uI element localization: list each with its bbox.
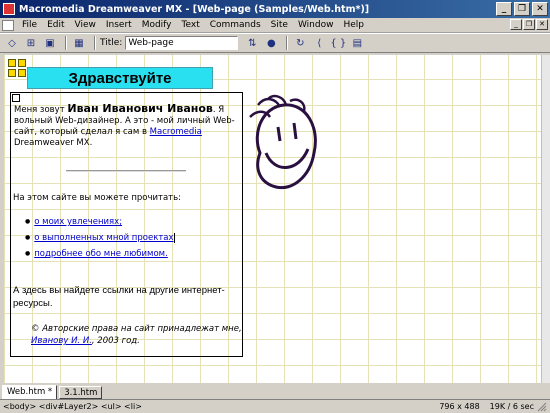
links-list: о моих увлечениях; о выполненных мной пр… [25,214,175,262]
split-view-icon[interactable]: ⊞ [23,36,39,51]
minimize-button[interactable]: _ [496,2,512,16]
doc-close-button[interactable]: ✕ [536,19,548,30]
list-item: подробнее обо мне любимом. [25,246,175,262]
tab-web-htm[interactable]: Web.htm * [2,385,58,399]
vertical-scrollbar[interactable] [541,55,550,383]
layer-anchor-icon[interactable] [8,69,16,77]
text-cursor: ​ [173,233,175,243]
copyright-suffix: , 2003 год. [91,336,140,346]
menu-bar: File Edit View Insert Modify Text Comman… [0,18,550,33]
live-data-icon[interactable]: ▦ [71,36,87,51]
code-view-icon[interactable]: ◇ [4,36,20,51]
tag-selector[interactable]: <body> <div#Layer2> <ul> <li> [3,402,439,411]
reference-icon[interactable]: ⟨ [311,36,327,51]
title-label: Title: [100,38,123,48]
author-name: Иван Иванович Иванов [67,102,213,115]
toolbar-separator [65,36,67,50]
content-layer[interactable]: Меня зовут Иван Иванович Иванов. Я вольн… [10,92,243,357]
window-title: Macromedia Dreamweaver MX - [Web-page (S… [19,3,370,15]
menu-edit[interactable]: Edit [42,20,69,30]
hobbies-link[interactable]: о моих увлечениях; [34,217,122,227]
doc-restore-button[interactable]: ❐ [523,19,535,30]
author-link[interactable]: Иванову И. И. [31,336,92,346]
macromedia-link[interactable]: Macromedia [150,127,202,137]
toolbar-separator [94,36,96,50]
refresh-icon[interactable]: ↻ [292,36,308,51]
list-item: о выполненных мной проектах​ [25,230,175,246]
dreamweaver-app-icon[interactable] [3,3,15,15]
download-size: 19K / 6 sec [489,402,534,411]
intro-paragraph: Меня зовут Иван Иванович Иванов. Я вольн… [14,103,244,149]
menu-file[interactable]: File [17,20,42,30]
resources-note: А здесь вы найдете ссылки на другие инте… [13,285,225,309]
copyright-prefix: © Авторские права на сайт принадлежат мн… [31,324,242,334]
file-management-icon[interactable]: ⇅ [244,36,260,51]
copyright-text: © Авторские права на сайт принадлежат мн… [31,323,243,347]
heading-banner[interactable]: Здравствуйте [27,67,213,89]
close-button[interactable]: ✕ [532,2,548,16]
tab-3-1-htm[interactable]: 3.1.htm [59,386,103,399]
menu-modify[interactable]: Modify [137,20,177,30]
document-tabs: Web.htm * 3.1.htm [0,385,550,400]
menu-site[interactable]: Site [266,20,293,30]
preview-browser-icon[interactable]: ● [263,36,279,51]
menu-commands[interactable]: Commands [205,20,266,30]
layer-anchor-icon[interactable] [18,69,26,77]
layer-anchor-icon[interactable] [8,59,16,67]
menu-insert[interactable]: Insert [101,20,137,30]
document-toolbar: ◇ ⊞ ▣ ▦ Title: ⇅ ● ↻ ⟨ { } ▤ [0,33,550,53]
code-navigation-icon[interactable]: { } [330,36,346,51]
menu-help[interactable]: Help [338,20,369,30]
page-heading: Здравствуйте [68,69,172,87]
intro-suffix: Dreamweaver MX. [14,138,93,148]
menu-window[interactable]: Window [293,20,339,30]
layer-anchor-icon[interactable] [18,59,26,67]
menu-view[interactable]: View [70,20,101,30]
smiley-drawing[interactable] [240,93,324,203]
status-bar: <body> <div#Layer2> <ul> <li> 796 x 488 … [0,400,550,413]
list-item: о моих увлечениях; [25,214,175,230]
read-heading: На этом сайте вы можете прочитать: [13,193,182,203]
toolbar-separator [286,36,289,50]
doc-minimize-button[interactable]: _ [510,19,522,30]
menu-text[interactable]: Text [177,20,205,30]
window-titlebar: Macromedia Dreamweaver MX - [Web-page (S… [0,0,550,18]
intro-prefix: Меня зовут [14,105,68,115]
design-canvas[interactable]: Здравствуйте Меня зовут Иван Иванович Ив… [4,55,541,383]
design-view-icon[interactable]: ▣ [42,36,58,51]
about-me-link[interactable]: подробнее обо мне любимом. [34,249,168,259]
view-options-icon[interactable]: ▤ [349,36,365,51]
document-icon[interactable] [2,19,14,31]
resize-grip-icon[interactable] [537,402,547,412]
page-title-input[interactable] [125,36,239,50]
horizontal-rule [66,170,186,172]
projects-link[interactable]: о выполненных мной проектах [34,233,173,243]
restore-button[interactable]: ❐ [514,2,530,16]
layer-handle-icon[interactable] [12,94,20,102]
window-size[interactable]: 796 x 488 [439,402,479,411]
